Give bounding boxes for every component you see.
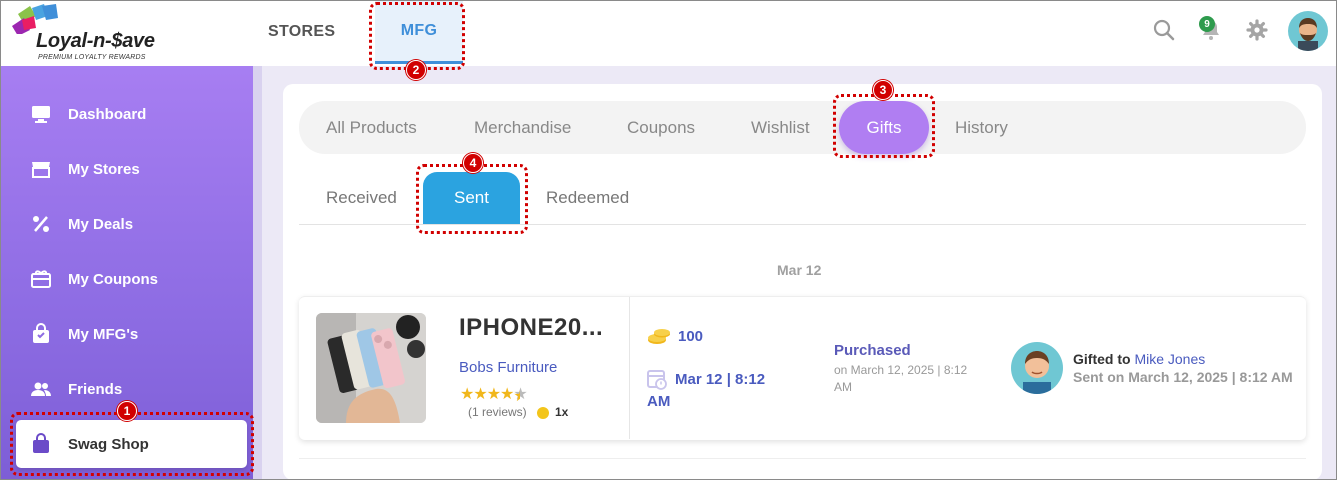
tab-stores[interactable]: STORES <box>268 0 335 64</box>
notification-badge: 9 <box>1199 16 1215 32</box>
tab-history[interactable]: History <box>955 101 1008 154</box>
recipient-link[interactable]: Mike Jones <box>1134 351 1205 367</box>
gifted-to-prefix: Gifted to <box>1073 351 1131 367</box>
date-group-header: Mar 12 <box>777 262 822 278</box>
coins-icon <box>648 329 670 344</box>
tab-received[interactable]: Received <box>326 172 397 224</box>
sidebar-item-label: My MFG's <box>68 325 139 343</box>
monitor-icon <box>30 103 52 125</box>
gift-date: Mar 12 | 8:12 AM <box>647 371 766 410</box>
status-label: Purchased <box>834 342 911 359</box>
tab-coupons[interactable]: Coupons <box>627 101 695 154</box>
callout-box-sent <box>416 164 528 234</box>
tab-merchandise[interactable]: Merchandise <box>474 101 571 154</box>
gift-row-next[interactable] <box>299 458 1306 480</box>
tab-all-products[interactable]: All Products <box>326 101 417 154</box>
top-header: Loyal-n-$ave PREMIUM LOYALTY REWARDS STO… <box>0 0 1337 66</box>
gifted-to: Gifted to Mike Jones <box>1073 351 1205 367</box>
product-image[interactable] <box>316 313 426 423</box>
callout-number-3: 3 <box>873 80 893 100</box>
callout-box-swag-shop <box>10 412 254 476</box>
gift-row[interactable] <box>299 296 1306 440</box>
coupon-icon <box>30 268 52 290</box>
sidebar-item-my-stores[interactable]: My Stores <box>0 146 250 192</box>
product-title[interactable]: IPHONE20... <box>459 314 603 342</box>
logo-text: Loyal-n-$ave <box>36 30 155 52</box>
callout-number-2: 2 <box>406 60 426 80</box>
coin-icon <box>537 407 549 419</box>
sent-on-date: Sent on March 12, 2025 | 8:12 AM <box>1073 369 1293 385</box>
sidebar-item-label: My Stores <box>68 160 140 178</box>
gear-icon[interactable] <box>1245 18 1269 42</box>
user-avatar[interactable] <box>1288 11 1328 51</box>
search-icon[interactable] <box>1152 18 1176 42</box>
callout-box-gifts <box>833 94 935 158</box>
logo-tagline: PREMIUM LOYALTY REWARDS <box>38 54 146 61</box>
logo[interactable]: Loyal-n-$ave PREMIUM LOYALTY REWARDS <box>10 4 170 64</box>
sidebar-item-my-deals[interactable]: My Deals <box>0 201 250 247</box>
gift-points: 100 <box>678 328 704 345</box>
row-divider <box>629 297 630 439</box>
sidebar-item-my-coupons[interactable]: My Coupons <box>0 256 250 302</box>
store-icon <box>30 158 52 180</box>
review-count[interactable]: (1 reviews) <box>468 405 527 419</box>
sidebar-item-dashboard[interactable]: Dashboard <box>0 91 250 137</box>
status-detail: on March 12, 2025 | 8:12 AM <box>834 363 968 394</box>
store-link[interactable]: Bobs Furniture <box>459 359 557 376</box>
callout-number-4: 4 <box>463 153 483 173</box>
sidebar-item-my-mfgs[interactable]: My MFG's <box>0 311 250 357</box>
shopping-bag-icon <box>30 323 52 345</box>
sidebar-item-label: My Deals <box>68 215 134 233</box>
sidebar-item-label: My Coupons <box>68 270 158 288</box>
callout-number-1: 1 <box>117 401 137 421</box>
points-multiplier: 1x <box>555 405 569 419</box>
sidebar-item-label: Dashboard <box>68 105 147 123</box>
sidebar-scrollbar[interactable] <box>253 66 262 480</box>
tab-wishlist[interactable]: Wishlist <box>751 101 810 154</box>
rating-stars: ★★★★★★ <box>460 386 528 405</box>
percent-icon <box>30 213 52 235</box>
friends-icon <box>30 378 52 400</box>
sidebar-item-label: Friends <box>68 380 123 398</box>
recipient-avatar[interactable] <box>1011 342 1063 394</box>
tab-redeemed[interactable]: Redeemed <box>546 172 629 224</box>
